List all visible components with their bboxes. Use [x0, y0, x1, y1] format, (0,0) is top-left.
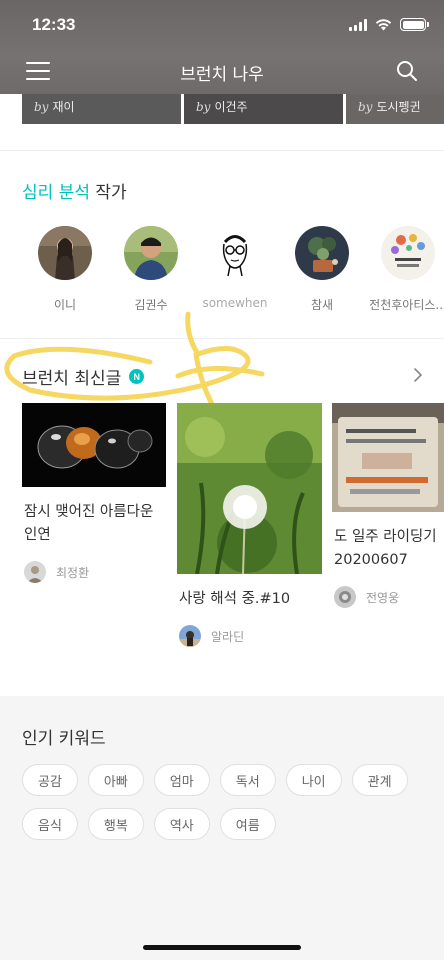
avatar [334, 586, 356, 608]
post-thumbnail [22, 403, 166, 487]
avatar [208, 226, 262, 280]
latest-title-text: 브런치 최신글 [22, 369, 122, 389]
keyword-chip[interactable]: 독서 [219, 764, 276, 796]
author-list: 이니 김권수 somewhen 참새 전천후아티스... [0, 226, 444, 316]
by-label: by [34, 100, 49, 114]
top-card[interactable]: by 도시펭귄 [346, 94, 444, 124]
keywords-title: 인기 키워드 [22, 729, 106, 749]
post-card[interactable]: 도 일주 라이딩기 20200607 전영웅 [332, 403, 444, 608]
author-item[interactable]: 참새 [278, 226, 366, 313]
card-author: 도시펭귄 [376, 100, 421, 114]
avatar [124, 226, 178, 280]
author-name: 김권수 [134, 298, 168, 312]
post-title: 도 일주 라이딩기 20200607 [334, 529, 437, 568]
avatar [295, 226, 349, 280]
author-name: somewhen [202, 296, 268, 310]
app-header: 12:33 브런치 나우 [0, 0, 444, 94]
keyword-chip[interactable]: 역사 [153, 808, 210, 840]
status-time: 12:33 [32, 15, 76, 34]
keyword-chip[interactable]: 여름 [219, 808, 276, 840]
section-title-accent: 심리 분석 [22, 183, 90, 203]
top-card[interactable]: by 재이 [22, 94, 181, 124]
post-thumbnail [332, 403, 444, 512]
system-icons [349, 18, 429, 31]
home-indicator[interactable] [143, 945, 301, 950]
keyword-chip[interactable]: 아빠 [87, 764, 144, 796]
psych-section-title: 심리 분석 작가 [22, 178, 127, 203]
highlight-scribble [4, 312, 265, 411]
author-name: 전천후아티스... [369, 298, 444, 312]
section-divider [0, 338, 444, 339]
post-meta: 최정환 [22, 561, 166, 583]
section-divider [0, 150, 444, 151]
post-author: 전영웅 [366, 590, 400, 605]
chip-row: 음식 행복 역사 여름 [22, 808, 422, 840]
post-author: 최정환 [56, 565, 90, 580]
keyword-chip[interactable]: 음식 [22, 808, 78, 840]
post-thumbnail [177, 403, 322, 574]
wifi-icon [375, 18, 392, 30]
avatar [38, 226, 92, 280]
author-item[interactable]: 김권수 [107, 226, 195, 313]
chevron-right-icon[interactable] [412, 366, 424, 384]
post-title: 잠시 맺어진 아름다운 인연 [24, 504, 154, 543]
author-item[interactable]: somewhen [191, 226, 279, 310]
post-author: 알라딘 [211, 629, 245, 644]
keyword-chip[interactable]: 관계 [351, 764, 408, 796]
keyword-chip[interactable]: 행복 [87, 808, 144, 840]
post-meta: 알라딘 [177, 625, 322, 647]
keyword-chips: 공감 아빠 엄마 독서 나이 관계 음식 행복 역사 여름 [22, 764, 422, 852]
post-card[interactable]: 잠시 맺어진 아름다운 인연 최정환 [22, 403, 166, 583]
keyword-chip[interactable]: 공감 [22, 764, 78, 796]
keyword-chip[interactable]: 엄마 [153, 764, 210, 796]
popular-keywords-section: 인기 키워드 공감 아빠 엄마 독서 나이 관계 음식 행복 역사 여름 [0, 696, 444, 960]
latest-section-title: 브런치 최신글 N [22, 364, 145, 389]
avatar [381, 226, 435, 280]
status-bar: 12:33 [0, 0, 444, 50]
author-name: 이니 [53, 298, 77, 312]
avatar [179, 625, 201, 647]
post-meta: 전영웅 [332, 586, 444, 608]
top-card-strip: by 재이 by 이건주 by 도시펭귄 [0, 94, 444, 124]
by-label: by [358, 100, 373, 114]
card-author: 재이 [52, 100, 75, 114]
battery-icon [400, 18, 429, 31]
card-author: 이건주 [214, 100, 248, 114]
top-card[interactable]: by 이건주 [184, 94, 343, 124]
page-title: 브런치 나우 [180, 65, 264, 85]
post-title: 사랑 해석 중.#10 [179, 591, 291, 607]
author-name: 참새 [310, 298, 334, 312]
author-item[interactable]: 이니 [21, 226, 109, 313]
avatar [24, 561, 46, 583]
nav-bar: 브런치 나우 [0, 50, 444, 94]
new-badge: N [129, 369, 145, 384]
author-item[interactable]: 전천후아티스... [364, 226, 444, 313]
chip-row: 공감 아빠 엄마 독서 나이 관계 [22, 764, 422, 796]
post-card[interactable]: 사랑 해석 중.#10 알라딘 [177, 403, 322, 647]
cellular-signal-icon [349, 18, 367, 31]
section-title-rest: 작가 [89, 183, 127, 203]
keyword-chip[interactable]: 나이 [285, 764, 342, 796]
by-label: by [196, 100, 211, 114]
search-icon[interactable] [396, 60, 418, 82]
